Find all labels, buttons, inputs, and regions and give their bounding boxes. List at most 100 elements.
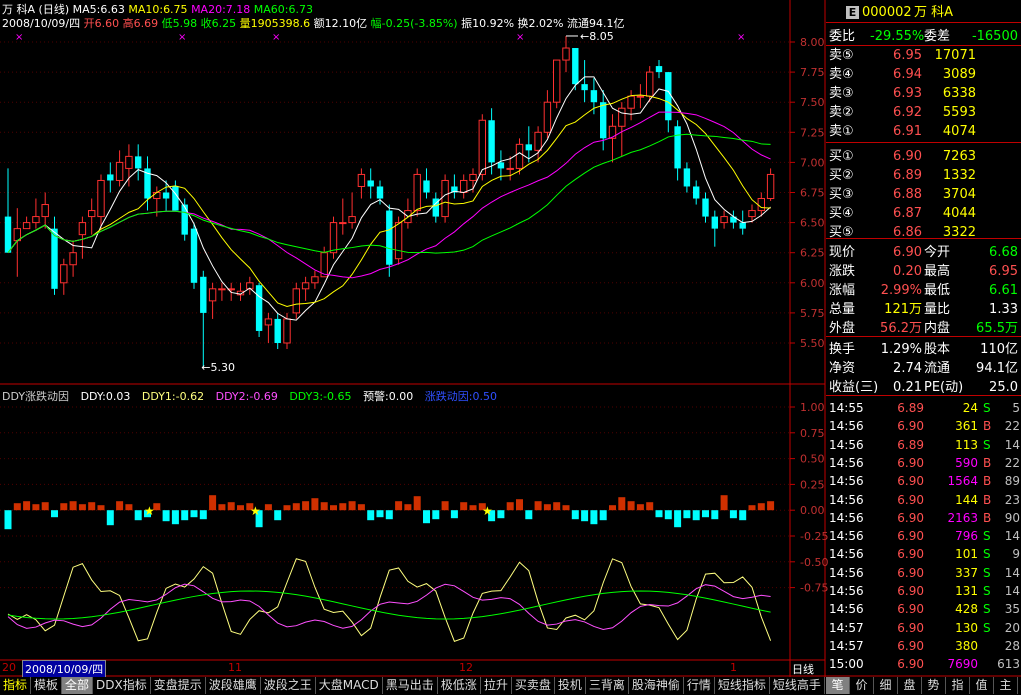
ddy-bar-up: [627, 501, 635, 511]
tick-row: 14:56 6.90 337 S 14: [826, 564, 1021, 583]
stat-row: 总量 121万 量比 1.33: [826, 300, 1021, 319]
x-date-box[interactable]: 2008/10/09/四: [22, 660, 107, 678]
period-tag[interactable]: 日线: [792, 661, 814, 677]
quote-tab[interactable]: 盘: [898, 677, 922, 694]
quote-tab[interactable]: 细: [874, 677, 898, 694]
ddy-bar-up: [264, 504, 272, 511]
tick-count: 90: [1004, 510, 1020, 525]
tick-row: 14:56 6.90 131 S 14: [826, 582, 1021, 601]
fund-label: 流通: [924, 361, 951, 376]
candle-body-down: [665, 72, 672, 121]
candle-body-up: [757, 198, 765, 212]
indicator-tab[interactable]: 变盘提示: [151, 677, 206, 694]
quote-tab[interactable]: 价: [850, 677, 874, 694]
bid-row: 买① 6.90 7263: [826, 147, 1021, 166]
stat-row: 现价 6.90 今开 6.68: [826, 243, 1021, 262]
bid-volume: 4044: [942, 206, 976, 221]
indicator-tab[interactable]: 波段之王: [261, 677, 316, 694]
quote-tab[interactable]: 指: [946, 677, 970, 694]
candle-body-up: [97, 179, 105, 218]
indicator-tab[interactable]: 指标: [0, 677, 32, 694]
ask-volume: 17071: [934, 48, 976, 63]
quote-tab[interactable]: 势: [922, 677, 946, 694]
quote-tab[interactable]: 主: [994, 677, 1018, 694]
panel-separator: [826, 395, 1021, 396]
ask-price: 6.91: [893, 124, 922, 139]
indicator-tab[interactable]: 行情: [684, 677, 715, 694]
price-tick-label: 6.75: [800, 187, 825, 200]
tick-side: B: [983, 419, 992, 434]
indicator-tab[interactable]: 股海神偷: [629, 677, 684, 694]
candle-body-up: [264, 318, 273, 326]
price-tick-label: 7.50: [800, 96, 825, 109]
indicator-tab[interactable]: 买卖盘: [512, 677, 555, 694]
indicator-tab[interactable]: 波段雄鹰: [206, 677, 261, 694]
ddy-bar-down: [683, 510, 691, 519]
ddy-bar-up: [283, 505, 291, 511]
weibi-row: 委比 -29.55% 委差 -16500: [826, 27, 1021, 46]
ddy-tick-label: 0.25: [800, 478, 825, 491]
indicator-tab[interactable]: 短线高手: [770, 677, 825, 694]
candle-body-down: [274, 318, 281, 343]
indicator-tab[interactable]: DDX指标: [93, 677, 151, 694]
tick-volume: 2163: [947, 510, 978, 525]
tick-volume: 101: [955, 547, 978, 562]
tick-price: 6.90: [897, 547, 924, 562]
ddy-bar-up: [413, 496, 421, 511]
ddy-bar-up: [78, 504, 86, 511]
quote-tab[interactable]: 笔: [826, 677, 850, 694]
tick-volume: 380: [955, 638, 978, 653]
ddy-bar-up: [534, 501, 542, 511]
tick-side: S: [983, 620, 991, 635]
candle-body-down: [674, 126, 681, 169]
candle-body-up: [627, 95, 635, 109]
tick-price: 6.90: [897, 529, 924, 544]
candle-body-up: [283, 318, 291, 344]
ddy-bar-down: [571, 510, 579, 520]
indicator-tab[interactable]: 极低涨: [438, 677, 481, 694]
ddy-bar-up: [767, 501, 775, 511]
ddy-bar-down: [432, 510, 440, 520]
indicator-tab[interactable]: 拉升: [481, 677, 512, 694]
tick-side: S: [983, 529, 991, 544]
tick-side: S: [983, 547, 991, 562]
tick-side: S: [983, 565, 991, 580]
indicator-tab[interactable]: 短线指标: [715, 677, 770, 694]
indicator-tab[interactable]: 模板: [31, 677, 63, 694]
tick-side: S: [983, 602, 991, 617]
ask-volume: 5593: [942, 105, 976, 120]
tick-side: S: [983, 437, 991, 452]
indicator-tab[interactable]: 投机: [555, 677, 586, 694]
stat-row: 涨跌 0.20 最高 6.95: [826, 262, 1021, 281]
bid-price: 6.87: [893, 206, 922, 221]
ddy-bar-up: [13, 503, 21, 511]
candle-body-up: [41, 204, 49, 218]
price-tick-label: 7.25: [800, 126, 825, 139]
ddy-bar-up: [553, 502, 561, 511]
price-tick-label: 7.00: [800, 156, 825, 169]
indicator-tab[interactable]: 黑马出击: [383, 677, 438, 694]
ask-row: 卖② 6.92 5593: [826, 103, 1021, 122]
tick-time: 14:56: [829, 437, 864, 452]
quote-tab[interactable]: 值: [970, 677, 994, 694]
stat-label: 最高: [924, 264, 951, 279]
indicator-tab[interactable]: 全部: [62, 677, 94, 694]
ddy-bar-down: [199, 510, 207, 520]
stat-value: 6.68: [989, 245, 1018, 260]
stat-label: 今开: [924, 245, 951, 260]
tick-row: 14:56 6.90 101 S 9: [826, 545, 1021, 564]
indicator-tab[interactable]: 大盘MACD: [316, 677, 383, 694]
candle-body-up: [292, 288, 301, 314]
stat-value: 6.95: [989, 264, 1018, 279]
indicator-tab[interactable]: 三背离: [586, 677, 629, 694]
ddy-bar-up: [348, 501, 356, 511]
tick-price: 6.90: [897, 510, 924, 525]
candle-body-up: [69, 252, 77, 266]
tick-volume: 144: [955, 492, 978, 507]
panel-separator: [826, 22, 1021, 23]
ddy-bar-up: [506, 502, 514, 511]
ddy1-line: [7, 558, 772, 642]
bar-high: 高6.69: [122, 17, 159, 30]
bid-volume: 7263: [942, 149, 976, 164]
ddy-bar-up: [748, 505, 756, 511]
